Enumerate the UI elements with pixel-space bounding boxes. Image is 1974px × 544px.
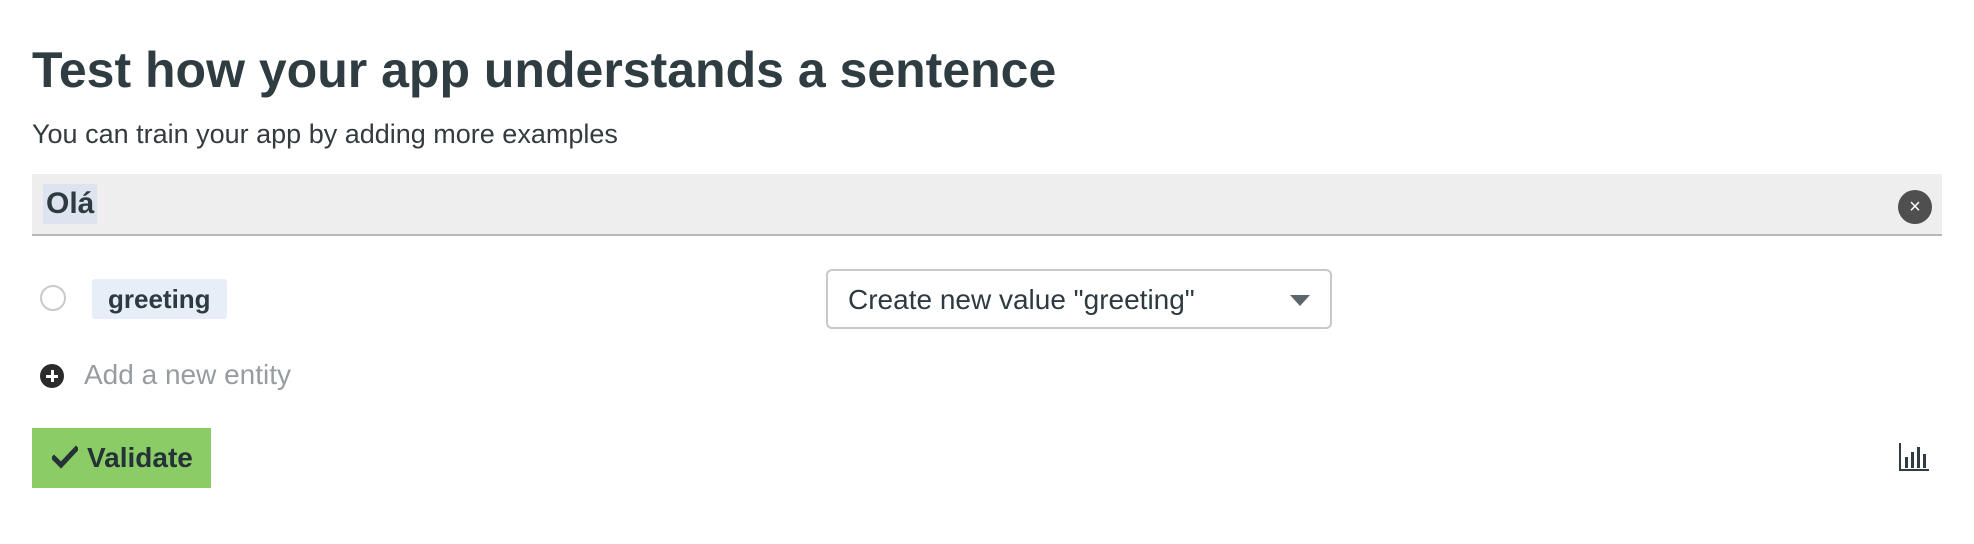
page-subtitle: You can train your app by adding more ex… <box>32 119 618 149</box>
entity-value-select[interactable]: Create new value "greeting" <box>826 269 1332 329</box>
page-title: Test how your app understands a sentence <box>32 42 1057 98</box>
sentence-input[interactable]: Olá × <box>32 174 1942 236</box>
validate-button[interactable]: Validate <box>32 428 211 488</box>
entity-value-select-label: Create new value "greeting" <box>848 284 1195 315</box>
bar-chart-icon[interactable] <box>1898 442 1930 472</box>
entity-radio-button[interactable] <box>40 285 66 311</box>
chevron-down-icon <box>1290 295 1310 306</box>
add-entity-link[interactable]: Add a new entity <box>84 358 291 392</box>
clear-icon[interactable]: × <box>1898 190 1932 224</box>
sentence-text[interactable]: Olá <box>43 184 98 224</box>
validate-button-label: Validate <box>87 442 193 473</box>
entity-tag-greeting[interactable]: greeting <box>92 279 227 319</box>
check-icon <box>52 445 78 469</box>
plus-circle-icon[interactable] <box>40 364 64 388</box>
